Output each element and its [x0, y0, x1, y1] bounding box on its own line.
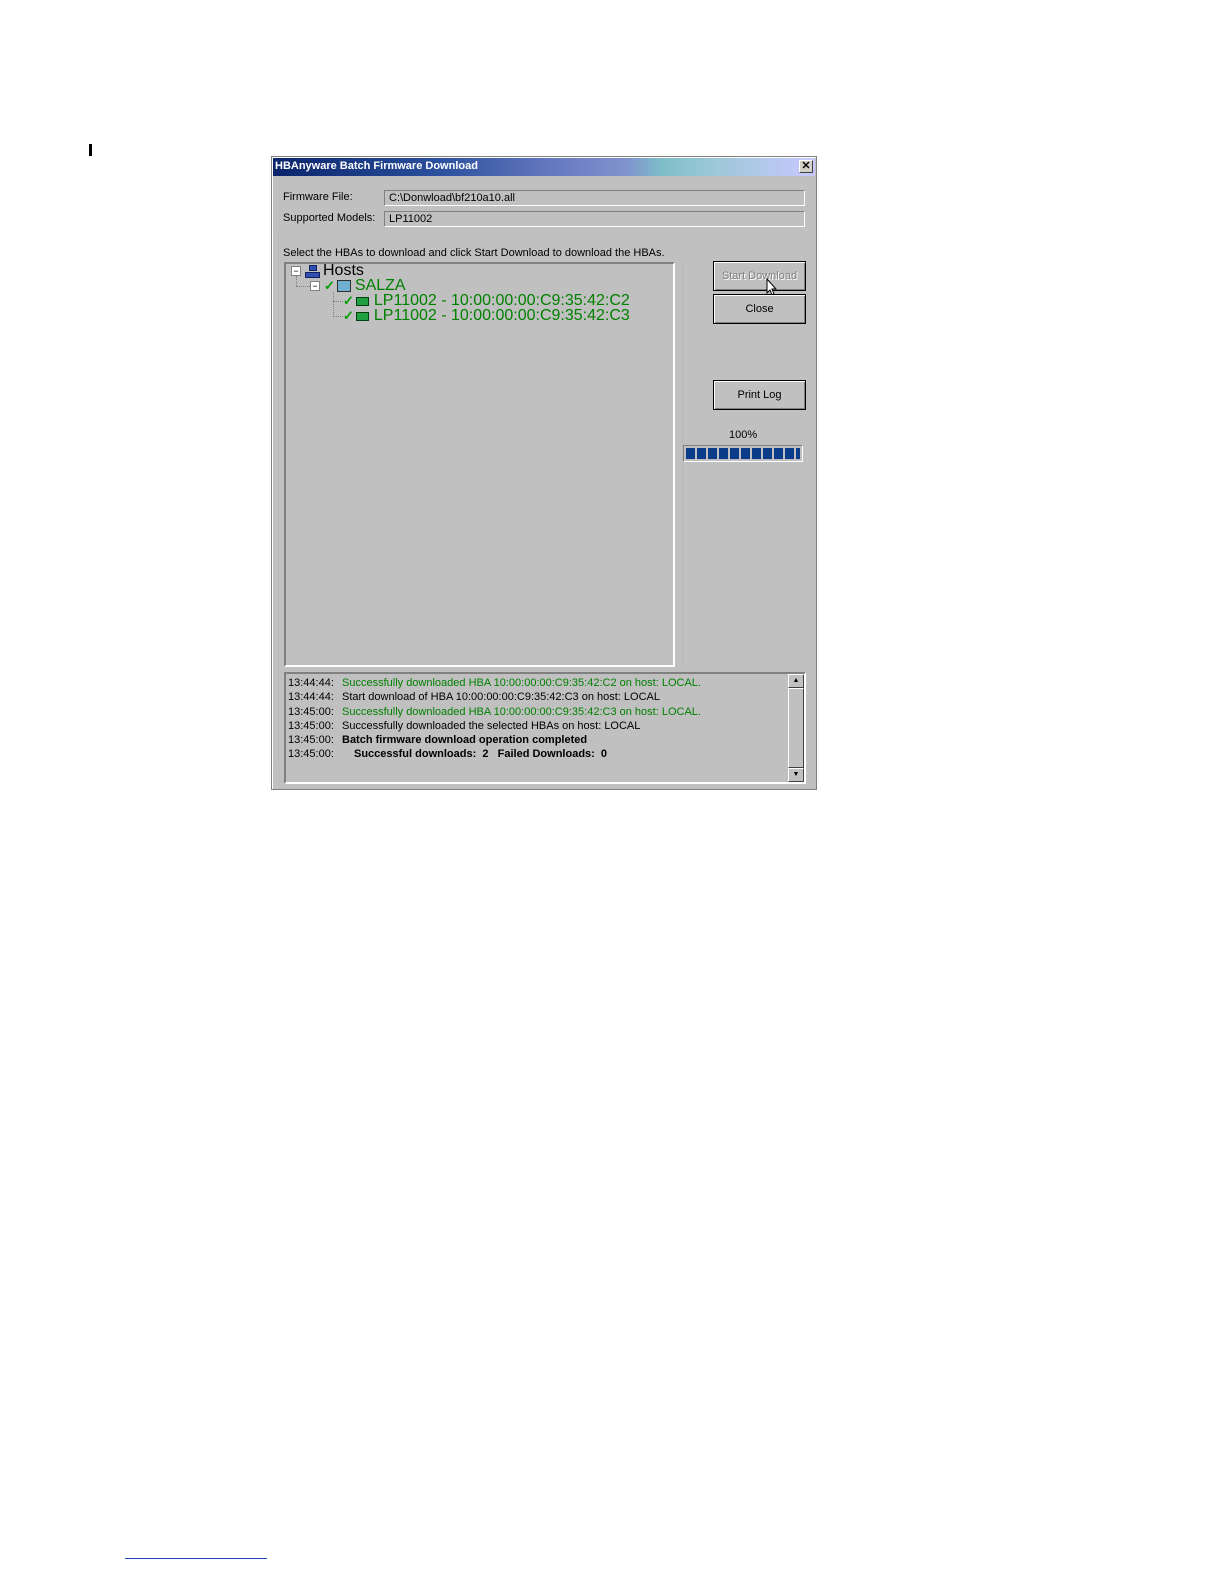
window-title: HBAnyware Batch Firmware Download	[275, 160, 478, 172]
page-margin-mark	[89, 144, 92, 156]
scroll-down-button[interactable]: ▼	[788, 768, 804, 782]
tree-connector	[333, 316, 343, 317]
log-line: 13:45:00: Batch firmware download operati…	[288, 733, 587, 747]
supported-models-field: LP11002	[384, 211, 805, 227]
close-window-button[interactable]: ✕	[799, 160, 813, 173]
log-timestamp: 13:45:00:	[288, 706, 334, 718]
log-message: Successfully downloaded the selected HBA…	[342, 720, 641, 732]
arrow-up-icon: ▲	[792, 677, 800, 684]
tree-node-hosts[interactable]: − Hosts	[291, 262, 364, 279]
start-download-button[interactable]: Start Download	[713, 261, 806, 291]
tree-connector	[296, 286, 310, 287]
log-timestamp: 13:45:00:	[288, 734, 334, 746]
close-button[interactable]: Close	[713, 294, 806, 324]
footnote-rule	[125, 1558, 267, 1559]
scroll-thumb[interactable]	[788, 688, 804, 768]
log-line: 13:45:00: Successful downloads: 2 Failed …	[288, 747, 607, 761]
progress-percent-label: 100%	[729, 429, 758, 441]
tree-node-hba-1[interactable]: ✓ LP11002 - 10:00:00:00:C9:35:42:C2	[343, 292, 630, 309]
vertical-separator	[682, 263, 683, 665]
log-message: Successfully downloaded HBA 10:00:00:00:…	[342, 677, 701, 689]
log-message: Batch firmware download operation comple…	[342, 734, 588, 746]
hba-card-icon	[355, 311, 369, 321]
log-timestamp: 13:45:00:	[288, 748, 334, 760]
scroll-up-button[interactable]: ▲	[788, 674, 804, 688]
checkmark-icon[interactable]: ✓	[343, 293, 354, 309]
firmware-file-label: Firmware File:	[283, 191, 353, 203]
tree-node-hba-2[interactable]: ✓ LP11002 - 10:00:00:00:C9:35:42:C3	[343, 307, 630, 324]
left-edge-separator	[278, 234, 279, 764]
hba-card-icon	[355, 296, 369, 306]
log-timestamp: 13:44:44:	[288, 691, 334, 703]
log-timestamp: 13:45:00:	[288, 720, 334, 732]
firmware-file-field: C:\Donwload\bf210a10.all	[384, 190, 805, 206]
log-message: Start download of HBA 10:00:00:00:C9:35:…	[342, 691, 660, 703]
title-bar[interactable]: HBAnyware Batch Firmware Download ✕	[273, 158, 815, 176]
collapse-icon[interactable]: −	[291, 266, 301, 276]
close-icon: ✕	[801, 160, 811, 172]
tree-connector	[333, 301, 343, 302]
log-message: Successfully downloaded HBA 10:00:00:00:…	[342, 706, 701, 718]
tree-connector	[333, 292, 334, 317]
download-progress-bar	[683, 445, 803, 462]
log-timestamp: 13:44:44:	[288, 677, 334, 689]
log-message: Successful downloads: 2 Failed Downloads…	[354, 748, 608, 760]
instruction-text: Select the HBAs to download and click St…	[283, 247, 665, 259]
supported-models-label: Supported Models:	[283, 212, 376, 224]
network-hosts-icon	[305, 265, 320, 278]
log-scrollbar[interactable]: ▲ ▼	[788, 674, 804, 782]
tree-node-host-salza[interactable]: − ✓ SALZA	[310, 277, 406, 294]
computer-icon	[336, 280, 351, 292]
log-line: 13:44:44: Start download of HBA 10:00:00:…	[288, 690, 660, 704]
download-log-panel[interactable]: 13:44:44: Successfully downloaded HBA 10:…	[284, 672, 806, 784]
progress-bar-fill	[686, 448, 800, 459]
log-line: 13:45:00: Successfully downloaded HBA 10:…	[288, 705, 701, 719]
arrow-down-icon: ▼	[792, 771, 800, 778]
print-log-button[interactable]: Print Log	[713, 380, 806, 410]
checkmark-icon[interactable]: ✓	[324, 278, 335, 294]
log-line: 13:45:00: Successfully downloaded the sel…	[288, 719, 640, 733]
tree-node-hba-label: LP11002 - 10:00:00:00:C9:35:42:C3	[373, 307, 630, 324]
collapse-icon[interactable]: −	[310, 281, 320, 291]
checkmark-icon[interactable]: ✓	[343, 308, 354, 324]
log-line: 13:44:44: Successfully downloaded HBA 10:…	[288, 676, 701, 690]
